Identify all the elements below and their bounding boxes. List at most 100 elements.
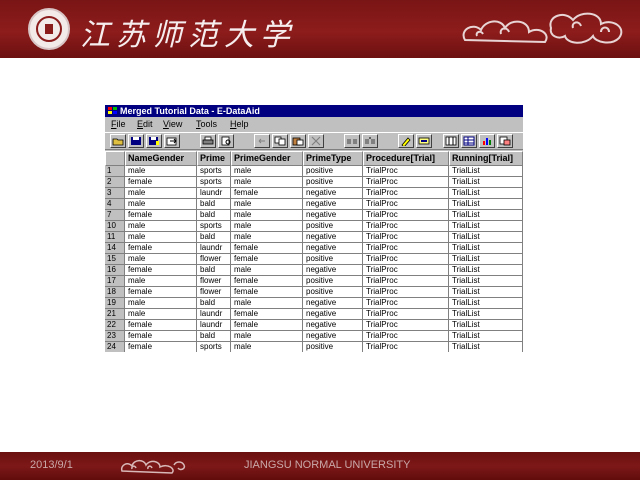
table-cell[interactable]: TrialList — [449, 210, 523, 221]
column-header-running-trial[interactable]: Running[Trial] — [449, 151, 523, 166]
table-row[interactable]: 17 male flower female positive TrialProc Trial… — [105, 276, 523, 287]
row-number[interactable]: 14 — [105, 243, 125, 254]
table-cell[interactable]: female — [231, 243, 303, 254]
table-cell[interactable]: male — [125, 232, 197, 243]
table-cell[interactable]: female — [125, 243, 197, 254]
row-number[interactable]: 16 — [105, 265, 125, 276]
table-cell[interactable]: male — [125, 276, 197, 287]
table-cell[interactable]: male — [231, 221, 303, 232]
table-row[interactable]: 16 female bald male negative TrialProc TrialLi… — [105, 265, 523, 276]
table-cell[interactable]: female — [125, 177, 197, 188]
column-header-primegender[interactable]: PrimeGender — [231, 151, 303, 166]
table-cell[interactable]: positive — [303, 166, 363, 177]
table-icon[interactable] — [461, 134, 477, 148]
table-cell[interactable]: TrialProc — [363, 331, 449, 342]
filter-icon[interactable] — [416, 134, 432, 148]
table-cell[interactable]: female — [231, 287, 303, 298]
row-number[interactable]: 2 — [105, 177, 125, 188]
copy-icon[interactable] — [272, 134, 288, 148]
table-cell[interactable]: male — [231, 210, 303, 221]
table-cell[interactable]: TrialProc — [363, 232, 449, 243]
row-number[interactable]: 1 — [105, 166, 125, 177]
table-cell[interactable]: TrialProc — [363, 243, 449, 254]
column-header-primetype[interactable]: PrimeType — [303, 151, 363, 166]
row-number[interactable]: 22 — [105, 320, 125, 331]
table-cell[interactable]: TrialList — [449, 298, 523, 309]
table-row[interactable]: 23 female bald male negative TrialProc TrialLi… — [105, 331, 523, 342]
table-cell[interactable]: TrialList — [449, 287, 523, 298]
table-cell[interactable]: laundr — [197, 320, 231, 331]
table-cell[interactable]: negative — [303, 199, 363, 210]
row-number[interactable]: 10 — [105, 221, 125, 232]
table-cell[interactable]: TrialProc — [363, 320, 449, 331]
table-cell[interactable]: female — [231, 254, 303, 265]
table-cell[interactable]: TrialProc — [363, 221, 449, 232]
row-number[interactable]: 19 — [105, 298, 125, 309]
table-cell[interactable]: TrialList — [449, 309, 523, 320]
table-cell[interactable]: negative — [303, 243, 363, 254]
table-cell[interactable]: male — [231, 342, 303, 352]
table-cell[interactable]: TrialProc — [363, 265, 449, 276]
table-cell[interactable]: laundr — [197, 243, 231, 254]
table-cell[interactable]: TrialProc — [363, 309, 449, 320]
table-row[interactable]: 4 male bald male negative TrialProc TrialList — [105, 199, 523, 210]
table-cell[interactable]: TrialList — [449, 199, 523, 210]
column-header-procedure-trial[interactable]: Procedure[Trial] — [363, 151, 449, 166]
table-cell[interactable]: female — [231, 320, 303, 331]
table-cell[interactable]: TrialList — [449, 221, 523, 232]
table-cell[interactable]: TrialList — [449, 243, 523, 254]
table-cell[interactable]: male — [231, 199, 303, 210]
menu-view[interactable]: View — [163, 118, 182, 130]
table-cell[interactable]: female — [125, 287, 197, 298]
table-cell[interactable]: male — [125, 221, 197, 232]
table-cell[interactable]: laundr — [197, 309, 231, 320]
table-cell[interactable]: TrialProc — [363, 166, 449, 177]
table-row[interactable]: 3 male laundr female negative TrialProc TrialL… — [105, 188, 523, 199]
row-number[interactable]: 4 — [105, 199, 125, 210]
table-cell[interactable]: positive — [303, 221, 363, 232]
table-cell[interactable]: female — [125, 320, 197, 331]
table-cell[interactable]: female — [125, 265, 197, 276]
table-cell[interactable]: bald — [197, 232, 231, 243]
table-row[interactable]: 11 male bald male negative TrialProc TrialList — [105, 232, 523, 243]
column-header-namegender[interactable]: NameGender — [125, 151, 197, 166]
menu-tools[interactable]: Tools — [196, 118, 217, 130]
table-cell[interactable]: bald — [197, 210, 231, 221]
row-number[interactable]: 18 — [105, 287, 125, 298]
table-row[interactable]: 1 male sports male positive TrialProc TrialLis… — [105, 166, 523, 177]
table-cell[interactable]: negative — [303, 188, 363, 199]
table-row[interactable]: 15 male flower female positive TrialProc Trial… — [105, 254, 523, 265]
table-row[interactable]: 19 male bald male negative TrialProc TrialList — [105, 298, 523, 309]
table-cell[interactable]: male — [231, 166, 303, 177]
table-cell[interactable]: female — [125, 342, 197, 352]
export-icon[interactable] — [164, 134, 180, 148]
table-cell[interactable]: TrialList — [449, 254, 523, 265]
table-cell[interactable]: negative — [303, 298, 363, 309]
table-row[interactable]: 21 male laundr female negative TrialProc Trial… — [105, 309, 523, 320]
table-cell[interactable]: sports — [197, 177, 231, 188]
row-number[interactable]: 11 — [105, 232, 125, 243]
table-row[interactable]: 10 male sports male positive TrialProc TrialLi… — [105, 221, 523, 232]
table-cell[interactable]: sports — [197, 342, 231, 352]
paste-icon[interactable] — [290, 134, 306, 148]
table-cell[interactable]: TrialList — [449, 320, 523, 331]
table-cell[interactable]: negative — [303, 320, 363, 331]
table-cell[interactable]: sports — [197, 166, 231, 177]
row-number[interactable]: 17 — [105, 276, 125, 287]
table-cell[interactable]: male — [125, 188, 197, 199]
table-row[interactable]: 22 female laundr female negative TrialProc Tri… — [105, 320, 523, 331]
table-cell[interactable]: negative — [303, 309, 363, 320]
table-row[interactable]: 18 female flower female positive TrialProc Tri… — [105, 287, 523, 298]
table-cell[interactable]: flower — [197, 276, 231, 287]
table-cell[interactable]: male — [125, 309, 197, 320]
row-header-corner[interactable] — [105, 151, 125, 166]
table-cell[interactable]: TrialProc — [363, 177, 449, 188]
properties-icon[interactable] — [497, 134, 513, 148]
row-number[interactable]: 24 — [105, 342, 125, 352]
arrange-columns-icon[interactable] — [443, 134, 459, 148]
table-cell[interactable]: female — [125, 331, 197, 342]
row-number[interactable]: 7 — [105, 210, 125, 221]
table-cell[interactable]: male — [125, 298, 197, 309]
menu-help[interactable]: Help — [230, 118, 249, 130]
table-cell[interactable]: bald — [197, 298, 231, 309]
